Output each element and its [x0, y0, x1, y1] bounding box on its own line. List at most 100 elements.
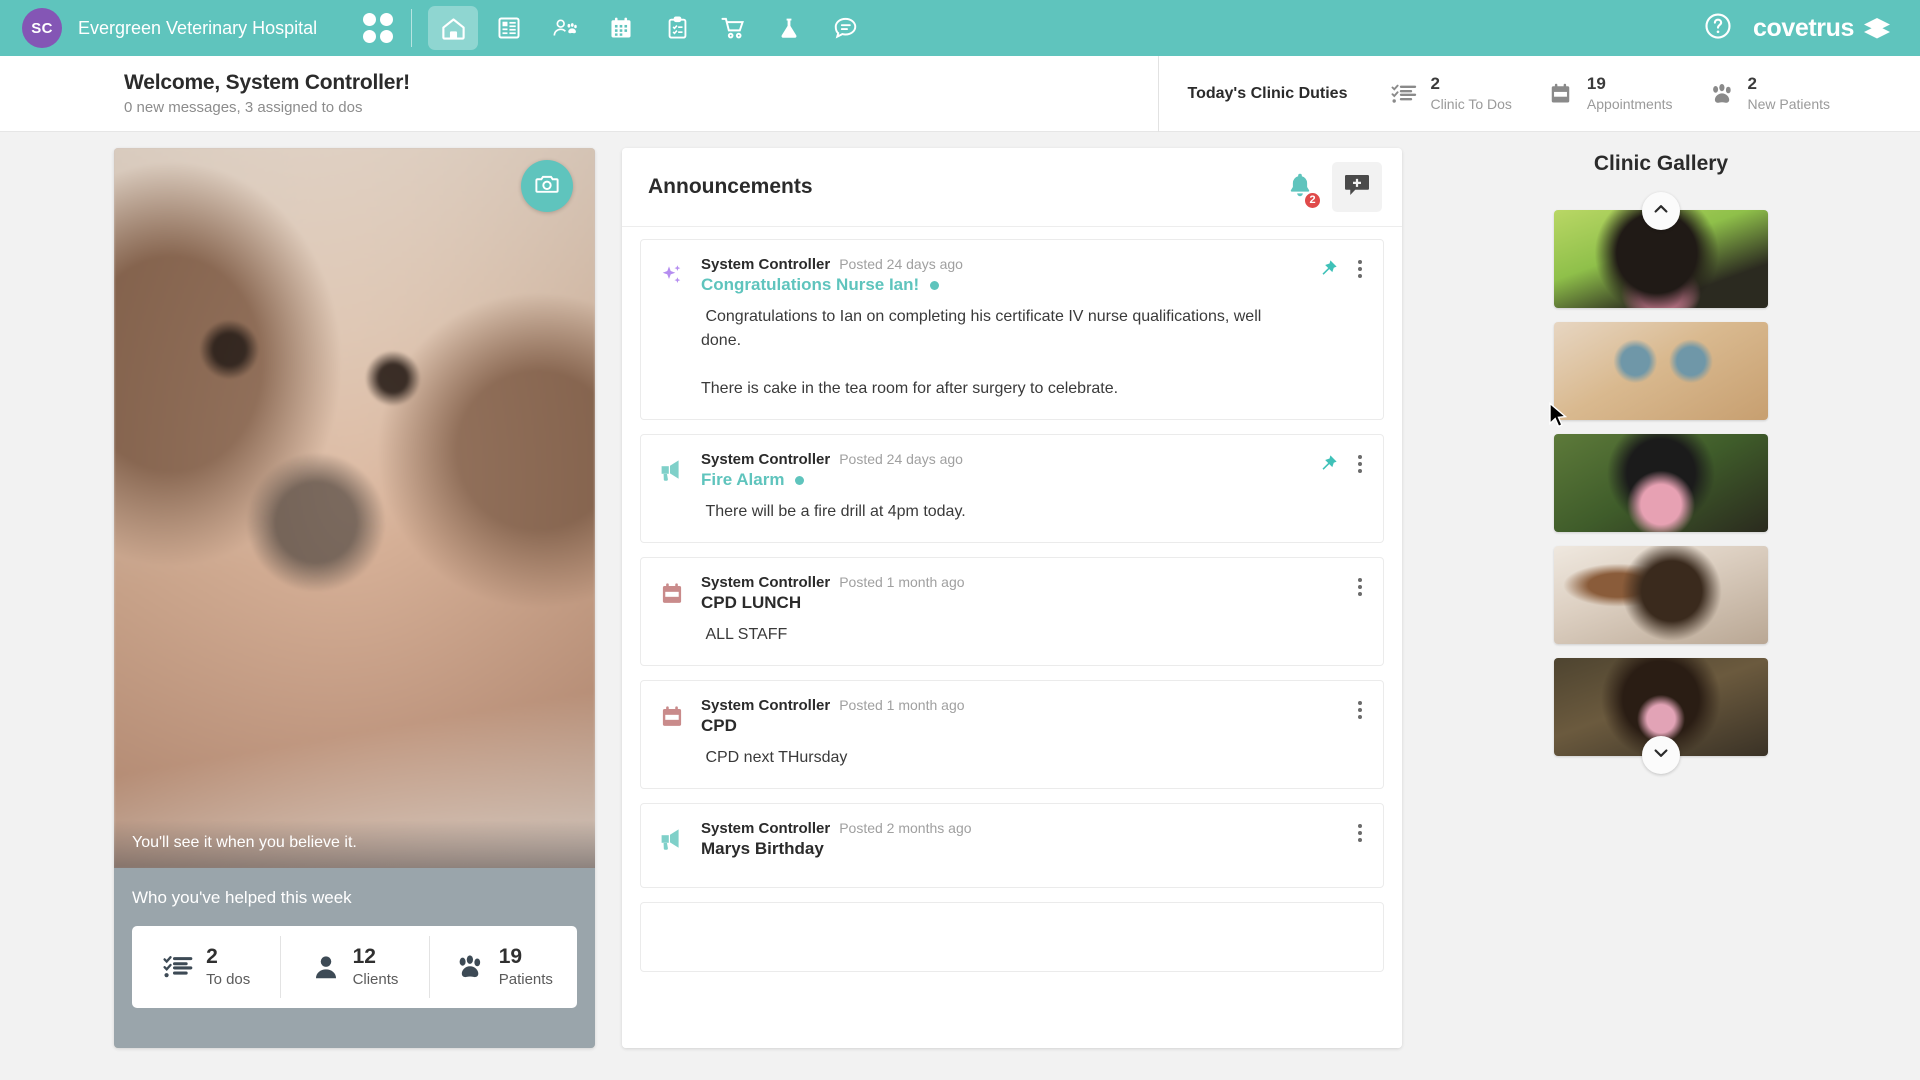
help-circle-icon[interactable] — [1703, 11, 1733, 46]
announcement-author: System Controller — [701, 820, 831, 837]
welcome-bar: Welcome, System Controller! 0 new messag… — [0, 55, 1920, 132]
nav-item-shop[interactable] — [708, 6, 758, 50]
calendar-red-icon — [655, 697, 689, 770]
nav-item-records[interactable] — [484, 6, 534, 50]
announcement-subject-text: Marys Birthday — [701, 839, 824, 858]
unread-dot-icon — [795, 475, 805, 485]
welcome-subtitle: 0 new messages, 3 assigned to dos — [124, 99, 363, 116]
announcement-item[interactable]: System Controller Posted 2 months ago Ma… — [640, 803, 1384, 888]
puppy-photo — [114, 148, 595, 868]
duty-new-patients[interactable]: 2 New Patients — [1707, 74, 1830, 112]
more-options-icon[interactable] — [1353, 258, 1367, 280]
announcement-controls — [1353, 697, 1367, 770]
weekly-stats-panel: Who you've helped this week 2 To dos 12 … — [114, 868, 595, 1048]
announcements-list[interactable]: System Controller Posted 24 days ago Con… — [622, 227, 1402, 1048]
announcement-author: System Controller — [701, 574, 831, 591]
announcement-author: System Controller — [701, 697, 831, 714]
duty-appointments[interactable]: 19 Appointments — [1546, 74, 1673, 112]
duty-label: Clinic To Dos — [1430, 95, 1512, 112]
announcement-text: There will be a fire drill at 4pm today. — [701, 503, 966, 520]
stat-value: 2 — [206, 945, 218, 968]
nav-divider — [411, 9, 413, 47]
announcements-card: Announcements 2 System Controller Posted… — [622, 148, 1402, 1048]
bell-badge: 2 — [1303, 190, 1322, 210]
flask-icon — [777, 15, 801, 41]
page-title: Welcome, System Controller! — [124, 71, 410, 94]
announcement-controls — [1353, 574, 1367, 647]
stat-value: 12 — [352, 945, 376, 968]
announcement-item[interactable]: System Controller Posted 1 month ago CPD… — [640, 557, 1384, 666]
announcement-item[interactable]: System Controller Posted 1 month ago CPD… — [640, 680, 1384, 789]
announcement-item[interactable]: System Controller Posted 24 days ago Con… — [640, 239, 1384, 420]
avatar[interactable]: SC — [22, 8, 62, 48]
pin-icon[interactable] — [1317, 453, 1339, 480]
calendar-red-icon — [655, 574, 689, 647]
stat-clients[interactable]: 12 Clients — [280, 926, 428, 1008]
gallery-scroll-down-button[interactable] — [1642, 736, 1680, 774]
announcement-time: Posted 1 month ago — [839, 574, 965, 590]
more-options-icon[interactable] — [1353, 453, 1367, 475]
announcements-header: Announcements 2 — [622, 148, 1402, 227]
gallery-scroll-up-button[interactable] — [1642, 192, 1680, 230]
announcement-item[interactable]: System Controller Posted 24 days ago Fir… — [640, 434, 1384, 543]
more-options-icon[interactable] — [1353, 699, 1367, 721]
announcement-author: System Controller — [701, 256, 831, 273]
announcement-controls — [1317, 451, 1367, 524]
camera-upload-button[interactable] — [521, 160, 573, 212]
nav-item-to-dos[interactable] — [652, 6, 702, 50]
duty-value: 2 — [1747, 74, 1757, 94]
more-options-icon[interactable] — [1353, 576, 1367, 598]
notifications-bell-button[interactable]: 2 — [1282, 167, 1322, 210]
paw-icon — [453, 952, 487, 982]
chevron-up-icon — [1651, 199, 1671, 224]
calendar-icon — [608, 15, 634, 41]
announcement-controls — [1317, 256, 1367, 401]
gallery-strip — [1554, 192, 1768, 774]
nav-item-home[interactable] — [428, 6, 479, 50]
stat-value: 19 — [498, 945, 523, 968]
add-announcement-button[interactable] — [1332, 162, 1382, 212]
announcement-subject-text: CPD — [701, 716, 737, 735]
announcements-title: Announcements — [648, 175, 813, 198]
chat-bubble-icon — [832, 15, 859, 41]
welcome-text-group: Welcome, System Controller! 0 new messag… — [0, 71, 1158, 116]
shopping-cart-icon — [720, 15, 747, 41]
announcement-body: System Controller Posted 1 month ago CPD… — [701, 697, 1341, 770]
brand-text: covetrus — [1752, 13, 1854, 42]
stat-to-dos[interactable]: 2 To dos — [132, 926, 280, 1008]
megaphone-icon — [655, 451, 689, 524]
hero-column: You'll see it when you believe it. Who y… — [0, 148, 622, 1079]
pin-icon[interactable] — [1317, 258, 1339, 285]
clipboard-check-icon — [665, 15, 690, 41]
gallery-thumbnail[interactable] — [1554, 322, 1768, 420]
announcement-text: Congratulations to Ian on completing his… — [701, 308, 1262, 397]
announcement-subject: CPD — [701, 716, 1341, 736]
stat-label: To dos — [206, 971, 251, 988]
checklist-icon — [1389, 79, 1419, 109]
nav-item-lab[interactable] — [764, 6, 814, 50]
more-options-icon[interactable] — [1353, 822, 1367, 844]
paw-icon — [1707, 79, 1737, 109]
nav-item-clients-patients[interactable] — [540, 6, 590, 50]
duty-clinic-to-dos[interactable]: 2 Clinic To Dos — [1389, 74, 1512, 112]
gallery-thumbnail[interactable] — [1554, 546, 1768, 644]
gallery-thumbnail[interactable] — [1554, 434, 1768, 532]
person-paw-icon — [551, 15, 579, 41]
checklist-icon — [162, 953, 194, 981]
announcement-time: Posted 24 days ago — [839, 451, 963, 467]
announcement-subject: Congratulations Nurse Ian! — [701, 275, 1305, 295]
announcements-column: Announcements 2 System Controller Posted… — [622, 148, 1402, 1079]
weekly-stats-title: Who you've helped this week — [132, 888, 352, 907]
duty-label: New Patients — [1747, 95, 1830, 112]
nav-item-messages[interactable] — [820, 6, 870, 50]
duty-value: 2 — [1430, 74, 1440, 94]
hero-quote: You'll see it when you believe it. — [114, 820, 595, 868]
stat-label: Clients — [352, 971, 399, 988]
grid-dots-icon[interactable] — [363, 13, 394, 43]
main-content: You'll see it when you believe it. Who y… — [0, 132, 1920, 1079]
stat-patients[interactable]: 19 Patients — [428, 926, 577, 1008]
covetrus-mark-icon — [1864, 18, 1890, 39]
announcement-item[interactable] — [640, 902, 1384, 972]
duties-label: Today's Clinic Duties — [1187, 84, 1348, 102]
nav-item-appointments[interactable] — [596, 6, 646, 50]
